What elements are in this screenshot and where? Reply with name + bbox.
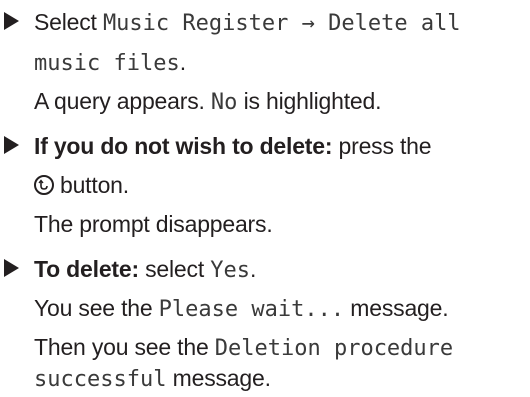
step3-line2: You see the Please wait... message. — [34, 291, 449, 325]
step3-line3: Then you see the Deletion procedure — [34, 330, 453, 364]
step1-no-option: No — [210, 90, 238, 115]
back-button-icon — [34, 174, 54, 195]
step3-message-text-2: message. — [172, 365, 271, 391]
step1-line1: Select Music Register → Delete all — [34, 5, 461, 39]
step1-line2: music files. — [34, 45, 186, 79]
bullet-arrow-icon — [4, 5, 19, 39]
step3-yes-option: Yes — [210, 258, 250, 283]
step2-line2: button. — [34, 168, 129, 202]
step1-menu-item: music files — [34, 51, 180, 76]
bullet-arrow-icon — [4, 252, 19, 286]
step3-deletion-message: Deletion procedure — [214, 336, 454, 361]
step1-period: . — [179, 49, 186, 75]
step3-see-text: You see the — [34, 295, 153, 321]
step1-line3: A query appears. No is highlighted. — [34, 84, 381, 118]
step1-menu-path: Music Register → Delete all — [102, 11, 461, 36]
step1-select-label: Select — [34, 9, 97, 35]
step3-line1: To delete: select Yes. — [34, 252, 256, 286]
step3-condition: To delete: — [34, 256, 139, 282]
step2-result-text: The prompt disappears. — [34, 211, 273, 237]
step2-line3: The prompt disappears. — [34, 207, 273, 241]
step3-successful-message: successful — [34, 367, 167, 392]
step1-query-text: A query appears. — [34, 88, 205, 114]
step3-period: . — [249, 256, 257, 282]
step2-button-text: button. — [60, 172, 129, 198]
step3-then-text: Then you see the — [34, 334, 209, 360]
step2-condition: If you do not wish to delete: — [34, 133, 333, 159]
manual-page: Select Music Register → Delete all music… — [0, 0, 530, 392]
step3-message-text: message. — [350, 295, 449, 321]
step2-line1: If you do not wish to delete: press the — [34, 129, 432, 163]
step1-highlighted-text: is highlighted. — [243, 88, 382, 114]
step2-press-text: press the — [338, 133, 432, 159]
step3-wait-message: Please wait... — [158, 297, 345, 322]
step3-line4: successful message. — [34, 361, 271, 395]
step3-select-text: select — [145, 256, 205, 282]
bullet-arrow-icon — [4, 129, 19, 163]
